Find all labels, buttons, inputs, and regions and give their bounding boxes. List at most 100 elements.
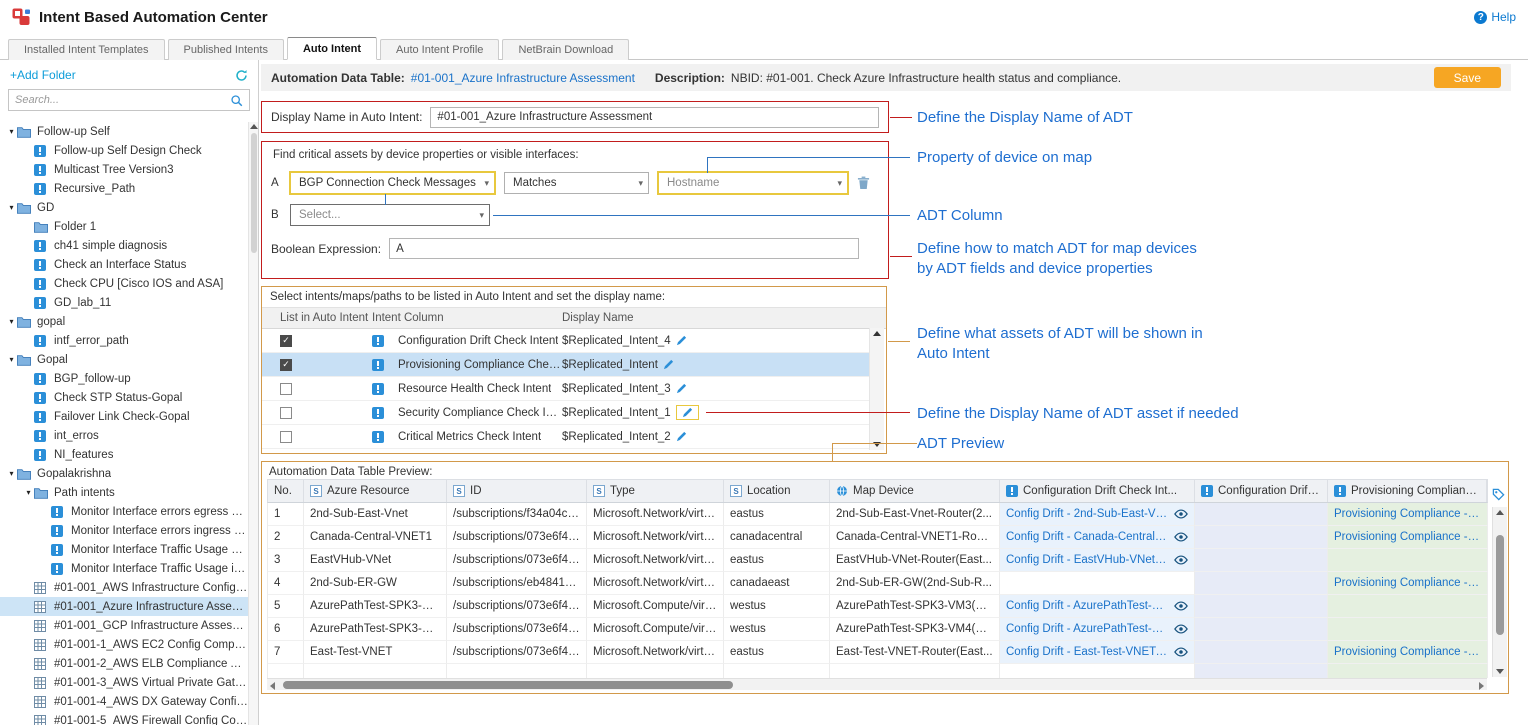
column-header-configuration-drift-check-int[interactable]: Configuration Drift Check Int... xyxy=(1000,480,1195,502)
eye-icon[interactable] xyxy=(1174,509,1188,519)
tree-item-recursive-path[interactable]: Recursive_Path xyxy=(0,179,248,198)
tree-item-01-001-2-aws-elb-compliance-assessment[interactable]: #01-001-2_AWS ELB Compliance Assessment xyxy=(0,654,248,673)
edit-display-name-icon[interactable] xyxy=(676,335,687,346)
boolean-expression-input[interactable] xyxy=(389,238,859,259)
tree-item-follow-up-self-design-check[interactable]: Follow-up Self Design Check xyxy=(0,141,248,160)
adt-column-select[interactable]: BGP Connection Check Messages ▾ xyxy=(290,172,495,194)
column-header-type[interactable]: SType xyxy=(587,480,724,502)
device-property-select[interactable]: Hostname ▾ xyxy=(658,172,848,194)
edit-display-name-icon[interactable] xyxy=(676,383,687,394)
tree-item-monitor-interface-traffic-usage-egress-p[interactable]: Monitor Interface Traffic Usage egress p… xyxy=(0,540,248,559)
list-checkbox[interactable] xyxy=(280,407,292,419)
intent-row-critical-metrics-check-intent[interactable]: Critical Metrics Check Intent$Replicated… xyxy=(262,425,869,449)
tree-item-gopal[interactable]: ▾Gopal xyxy=(0,350,248,369)
tree-item-monitor-interface-traffic-usage-ingress-p[interactable]: Monitor Interface Traffic Usage ingress … xyxy=(0,559,248,578)
tab-published-intents[interactable]: Published Intents xyxy=(168,39,284,60)
intent-row-security-compliance-check-intent[interactable]: Security Compliance Check Intent$Replica… xyxy=(262,401,869,425)
condition-b-select[interactable]: Select... ▾ xyxy=(290,204,490,226)
tree-item-path-intents[interactable]: ▾Path intents xyxy=(0,483,248,502)
adt-name-link[interactable]: #01-001_Azure Infrastructure Assessment xyxy=(411,71,635,85)
provisioning-link[interactable]: Provisioning Compliance - 2nd-Sub xyxy=(1334,577,1488,589)
tree-item-check-an-interface-status[interactable]: Check an Interface Status xyxy=(0,255,248,274)
add-folder-button[interactable]: +Add Folder xyxy=(10,68,76,82)
eye-icon[interactable] xyxy=(1174,647,1188,657)
tree-item-01-001-azure-infrastructure-assessment[interactable]: #01-001_Azure Infrastructure Assessment xyxy=(0,597,248,616)
expander-icon[interactable]: ▾ xyxy=(6,317,17,326)
tab-installed-intent-templates[interactable]: Installed Intent Templates xyxy=(8,39,165,60)
intents-scrollbar[interactable] xyxy=(869,328,884,450)
scroll-up-icon[interactable] xyxy=(1496,510,1504,515)
expander-icon[interactable]: ▾ xyxy=(23,488,34,497)
tree-item-01-001-aws-infrastructure-config-compli[interactable]: #01-001_AWS Infrastructure Config Compli… xyxy=(0,578,248,597)
config-drift-link[interactable]: Config Drift - Canada-Central-VNET1-... xyxy=(1006,526,1170,548)
save-button[interactable]: Save xyxy=(1434,67,1501,88)
tree-item-multicast-tree-version3[interactable]: Multicast Tree Version3 xyxy=(0,160,248,179)
scroll-up-icon[interactable] xyxy=(873,331,881,336)
intent-row-configuration-drift-check-intent[interactable]: ✓Configuration Drift Check Intent$Replic… xyxy=(262,329,869,353)
tree-item-01-001-1-aws-ec2-config-compliance-ass[interactable]: #01-001-1_AWS EC2 Config Compliance Ass.… xyxy=(0,635,248,654)
column-header-no[interactable]: No. xyxy=(268,480,304,502)
tree-item-01-001-3-aws-virtual-private-gateway-co[interactable]: #01-001-3_AWS Virtual Private Gateway Co… xyxy=(0,673,248,692)
tree-item-01-001-5-aws-firewall-config-compliance[interactable]: #01-001-5_AWS Firewall Config Compliance… xyxy=(0,711,248,725)
column-header-id[interactable]: SID xyxy=(447,480,587,502)
list-checkbox[interactable]: ✓ xyxy=(280,359,292,371)
tree-item-follow-up-self[interactable]: ▾Follow-up Self xyxy=(0,122,248,141)
preview-horizontal-scrollbar[interactable] xyxy=(267,678,1487,690)
list-checkbox[interactable] xyxy=(280,383,292,395)
tree-item-gopalakrishna[interactable]: ▾Gopalakrishna xyxy=(0,464,248,483)
edit-display-name-icon[interactable] xyxy=(682,407,693,418)
search-icon[interactable] xyxy=(230,94,243,107)
intent-row-resource-health-check-intent[interactable]: Resource Health Check Intent$Replicated_… xyxy=(262,377,869,401)
column-header-map-device[interactable]: Map Device xyxy=(830,480,1000,502)
provisioning-link[interactable]: Provisioning Compliance - East-Test... xyxy=(1334,646,1488,658)
tab-netbrain-download[interactable]: NetBrain Download xyxy=(502,39,629,60)
scrollbar-thumb[interactable] xyxy=(1496,535,1504,635)
scroll-down-icon[interactable] xyxy=(1496,669,1504,674)
tree-item-failover-link-check-gopal[interactable]: Failover Link Check-Gopal xyxy=(0,407,248,426)
expander-icon[interactable]: ▾ xyxy=(6,127,17,136)
sidebar-scrollbar[interactable] xyxy=(248,122,258,725)
column-header-provisioning-compliance[interactable]: Provisioning Compliance ... xyxy=(1328,480,1487,502)
preview-vertical-scrollbar[interactable] xyxy=(1492,507,1507,677)
provisioning-link[interactable]: Provisioning Compliance - 2nd-Sub... xyxy=(1334,508,1488,520)
tree-item-gd-lab-11[interactable]: GD_lab_11 xyxy=(0,293,248,312)
display-name-input[interactable] xyxy=(430,107,879,128)
eye-icon[interactable] xyxy=(1174,555,1188,565)
scroll-up-icon[interactable] xyxy=(250,124,258,129)
tag-icon[interactable] xyxy=(1492,488,1505,504)
scroll-left-icon[interactable] xyxy=(270,682,275,690)
tree-item-int-erros[interactable]: int_erros xyxy=(0,426,248,445)
tab-auto-intent-profile[interactable]: Auto Intent Profile xyxy=(380,39,499,60)
delete-condition-icon[interactable] xyxy=(857,176,870,190)
scrollbar-thumb[interactable] xyxy=(283,681,733,689)
list-checkbox[interactable] xyxy=(280,431,292,443)
intent-row-provisioning-compliance-check[interactable]: ✓Provisioning Compliance Check ...$Repli… xyxy=(262,353,869,377)
column-header-azure-resource[interactable]: SAzure Resource xyxy=(304,480,447,502)
config-drift-link[interactable]: Config Drift - East-Test-VNET-Router(... xyxy=(1006,641,1170,663)
tree-item-bgp-follow-up[interactable]: BGP_follow-up xyxy=(0,369,248,388)
tree-item-ni-features[interactable]: NI_features xyxy=(0,445,248,464)
expander-icon[interactable]: ▾ xyxy=(6,469,17,478)
eye-icon[interactable] xyxy=(1174,624,1188,634)
config-drift-link[interactable]: Config Drift - 2nd-Sub-East-Vnet-Rou... xyxy=(1006,503,1170,525)
search-input[interactable] xyxy=(15,94,230,106)
tree-item-01-001-gcp-infrastructure-assessment[interactable]: #01-001_GCP Infrastructure Assessment xyxy=(0,616,248,635)
edit-display-name-icon[interactable] xyxy=(663,359,674,370)
tree-item-01-001-4-aws-dx-gateway-config-compli[interactable]: #01-001-4_AWS DX Gateway Config Compli..… xyxy=(0,692,248,711)
config-drift-link[interactable]: Config Drift - AzurePathTest-SPK3-V... xyxy=(1006,595,1170,617)
tree-item-folder-1[interactable]: Folder 1 xyxy=(0,217,248,236)
eye-icon[interactable] xyxy=(1174,601,1188,611)
column-header-configuration-drift-a[interactable]: Configuration Drift A... xyxy=(1195,480,1328,502)
tree-item-check-cpu-cisco-ios-and-asa[interactable]: Check CPU [Cisco IOS and ASA] xyxy=(0,274,248,293)
edit-display-name-icon[interactable] xyxy=(676,431,687,442)
tree-item-monitor-interface-errors-egress-path[interactable]: Monitor Interface errors egress path xyxy=(0,502,248,521)
list-checkbox[interactable]: ✓ xyxy=(280,335,292,347)
column-header-location[interactable]: SLocation xyxy=(724,480,830,502)
tree-item-gopal[interactable]: ▾gopal xyxy=(0,312,248,331)
tree-item-monitor-interface-errors-ingress-path[interactable]: Monitor Interface errors ingress path xyxy=(0,521,248,540)
config-drift-link[interactable]: Config Drift - AzurePathTest-SPK3-V... xyxy=(1006,618,1170,640)
tree-item-gd[interactable]: ▾GD xyxy=(0,198,248,217)
tree-item-ch41-simple-diagnosis[interactable]: ch41 simple diagnosis xyxy=(0,236,248,255)
eye-icon[interactable] xyxy=(1174,532,1188,542)
tree-item-check-stp-status-gopal[interactable]: Check STP Status-Gopal xyxy=(0,388,248,407)
